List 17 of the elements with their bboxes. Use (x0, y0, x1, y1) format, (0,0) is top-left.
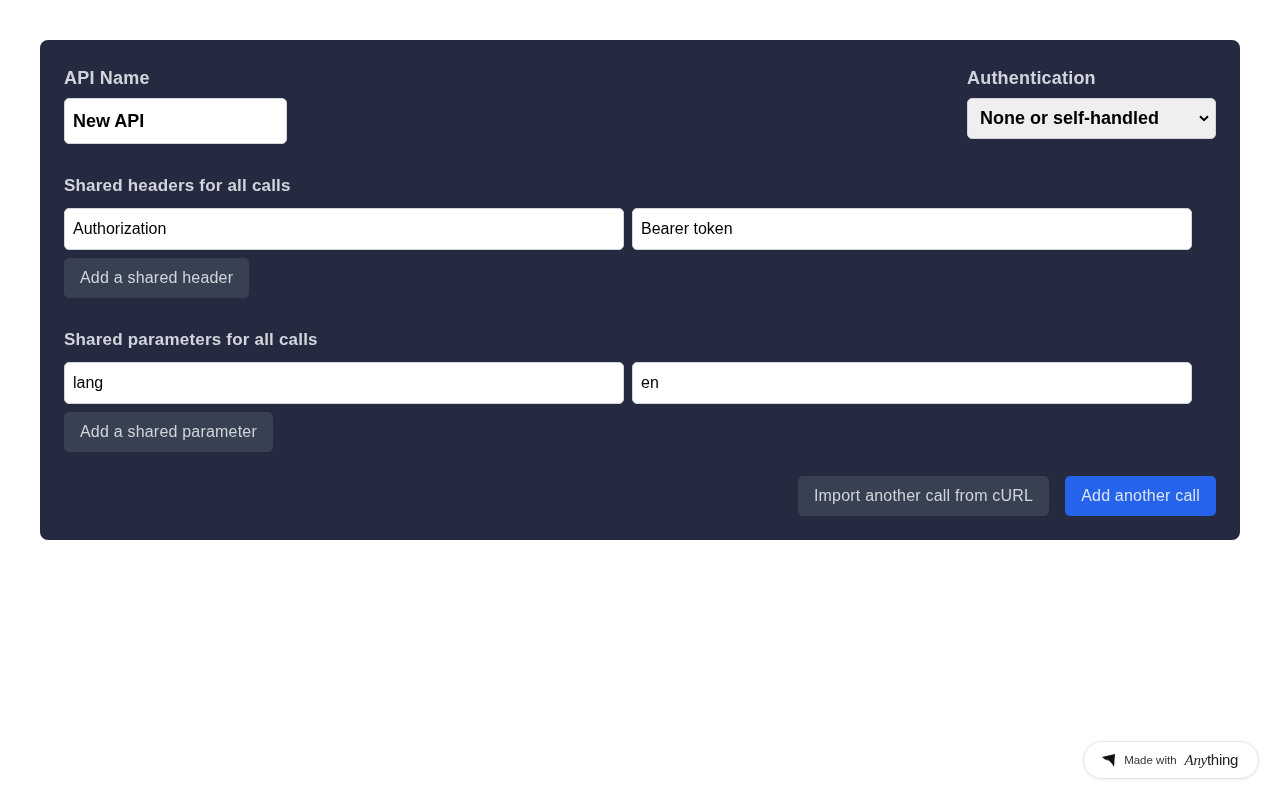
value-input[interactable]: Bearer token (632, 208, 1192, 250)
field-label: Authentication (967, 67, 1097, 90)
made-with-badge[interactable]: Made with Anything (1083, 741, 1259, 779)
key-input[interactable]: lang (64, 362, 624, 404)
chevron-down-icon (1199, 115, 1209, 122)
authentication-select[interactable]: None or self-handled (967, 98, 1216, 139)
value-input[interactable]: en (632, 362, 1192, 404)
add-call-button[interactable]: Add another call (1065, 476, 1216, 516)
key-input[interactable]: Authorization (64, 208, 624, 250)
add-row-button[interactable]: Add a shared parameter (64, 412, 273, 452)
add-row-button[interactable]: Add a shared header (64, 258, 250, 298)
section-title: Shared parameters for all calls (64, 329, 319, 351)
import-curl-button[interactable]: Import another call from cURL (797, 476, 1050, 516)
api-name-input[interactable]: New API (64, 98, 287, 144)
wing-logo-icon (1102, 753, 1117, 767)
section-title: Shared headers for all calls (64, 175, 292, 197)
field-label: API Name (64, 67, 151, 90)
